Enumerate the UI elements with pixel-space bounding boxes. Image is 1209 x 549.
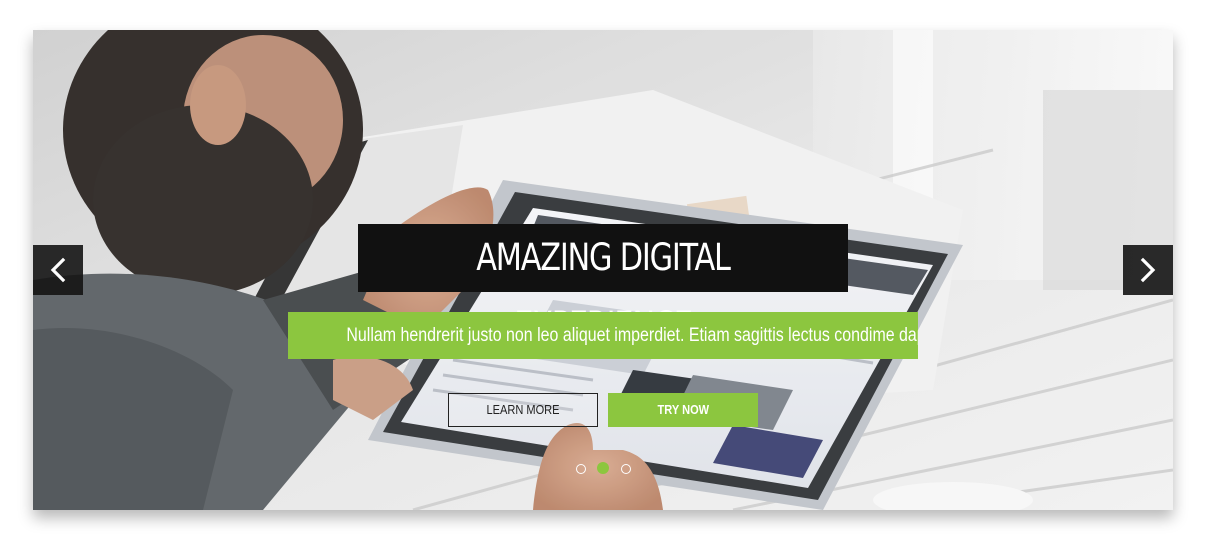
slide-headline: AMAZING DIGITAL EXPERIENCE: [358, 224, 848, 347]
pagination-dot[interactable]: [576, 464, 586, 474]
chevron-left-icon: [50, 257, 66, 283]
prev-slide-button[interactable]: [33, 245, 83, 295]
pagination-dot[interactable]: [621, 464, 631, 474]
slide-subheadline: Nullam hendrerit justo non leo aliquet i…: [288, 312, 918, 359]
learn-more-button[interactable]: LEARN MORE: [448, 393, 598, 427]
slide-pagination: [574, 462, 634, 476]
chevron-right-icon: [1140, 257, 1156, 283]
hero-slider[interactable]: AMAZING DIGITAL EXPERIENCE Nullam hendre…: [33, 30, 1173, 510]
learn-more-label: LEARN MORE: [486, 402, 560, 417]
pagination-dot[interactable]: [597, 462, 609, 474]
slide-subheadline-text: Nullam hendrerit justo non leo aliquet i…: [346, 325, 918, 346]
try-now-label: TRY NOW: [657, 402, 709, 417]
next-slide-button[interactable]: [1123, 245, 1173, 295]
try-now-button[interactable]: TRY NOW: [608, 393, 758, 427]
